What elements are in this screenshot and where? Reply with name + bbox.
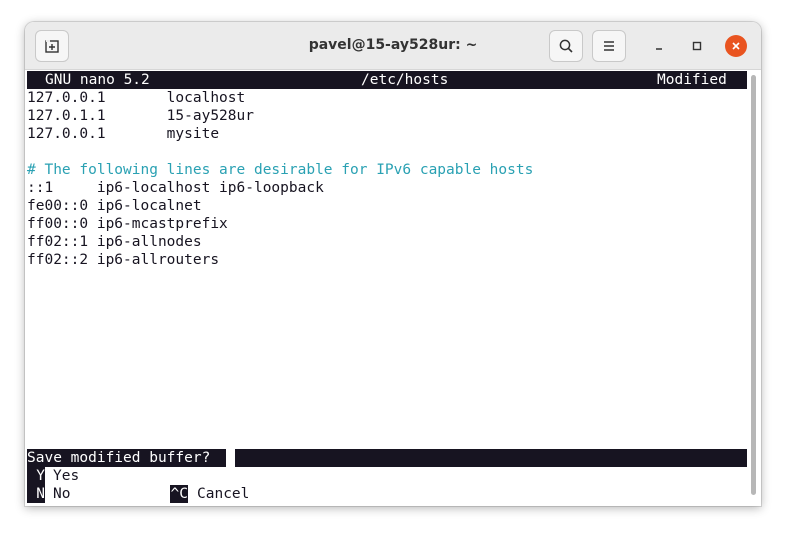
save-prompt-bar: Save modified buffer?: [27, 449, 747, 467]
text-cursor: [226, 449, 235, 467]
maximize-icon: [692, 41, 702, 51]
terminal-window: pavel@15-ay528ur: ~ GNU nano 5.2 /etc/ho…: [25, 22, 761, 506]
search-button[interactable]: [549, 30, 583, 62]
file-line: ff00::0 ip6-mcastprefix: [27, 216, 228, 232]
nano-filename: /etc/hosts: [361, 72, 449, 88]
minimize-button[interactable]: [649, 36, 669, 56]
close-icon: [732, 42, 740, 50]
file-line: ff02::1 ip6-allnodes: [27, 234, 202, 250]
option-cancel-key[interactable]: ^C: [170, 485, 188, 503]
file-comment-line: # The following lines are desirable for …: [27, 162, 534, 178]
file-line: 127.0.1.1 15-ay528ur: [27, 108, 254, 124]
title-bar[interactable]: pavel@15-ay528ur: ~: [25, 22, 761, 70]
option-yes-label[interactable]: Yes: [53, 467, 79, 485]
save-prompt-text: Save modified buffer?: [27, 449, 211, 467]
file-line: 127.0.0.1 mysite: [27, 126, 220, 142]
search-icon: [559, 39, 573, 53]
file-line: ::1 ip6-localhost ip6-loopback: [27, 180, 324, 196]
maximize-button[interactable]: [687, 36, 707, 56]
nano-header: GNU nano 5.2 /etc/hosts Modified: [27, 71, 747, 89]
option-cancel-label[interactable]: Cancel: [197, 485, 249, 503]
scrollbar[interactable]: [751, 75, 756, 495]
minimize-icon: [656, 48, 662, 50]
option-no-key[interactable]: N: [27, 485, 45, 503]
nano-version: GNU nano 5.2: [45, 72, 150, 88]
terminal-area[interactable]: GNU nano 5.2 /etc/hosts Modified 127.0.0…: [26, 70, 760, 506]
nano-status: Modified: [657, 72, 727, 88]
option-yes-key[interactable]: Y: [27, 467, 45, 485]
file-line: ff02::2 ip6-allrouters: [27, 252, 220, 268]
option-no-label[interactable]: No: [53, 485, 70, 503]
hamburger-menu-icon: [604, 41, 614, 51]
file-line: 127.0.0.1 localhost: [27, 90, 246, 106]
file-line: fe00::0 ip6-localnet: [27, 198, 202, 214]
close-button[interactable]: [725, 35, 747, 57]
menu-button[interactable]: [592, 30, 626, 62]
